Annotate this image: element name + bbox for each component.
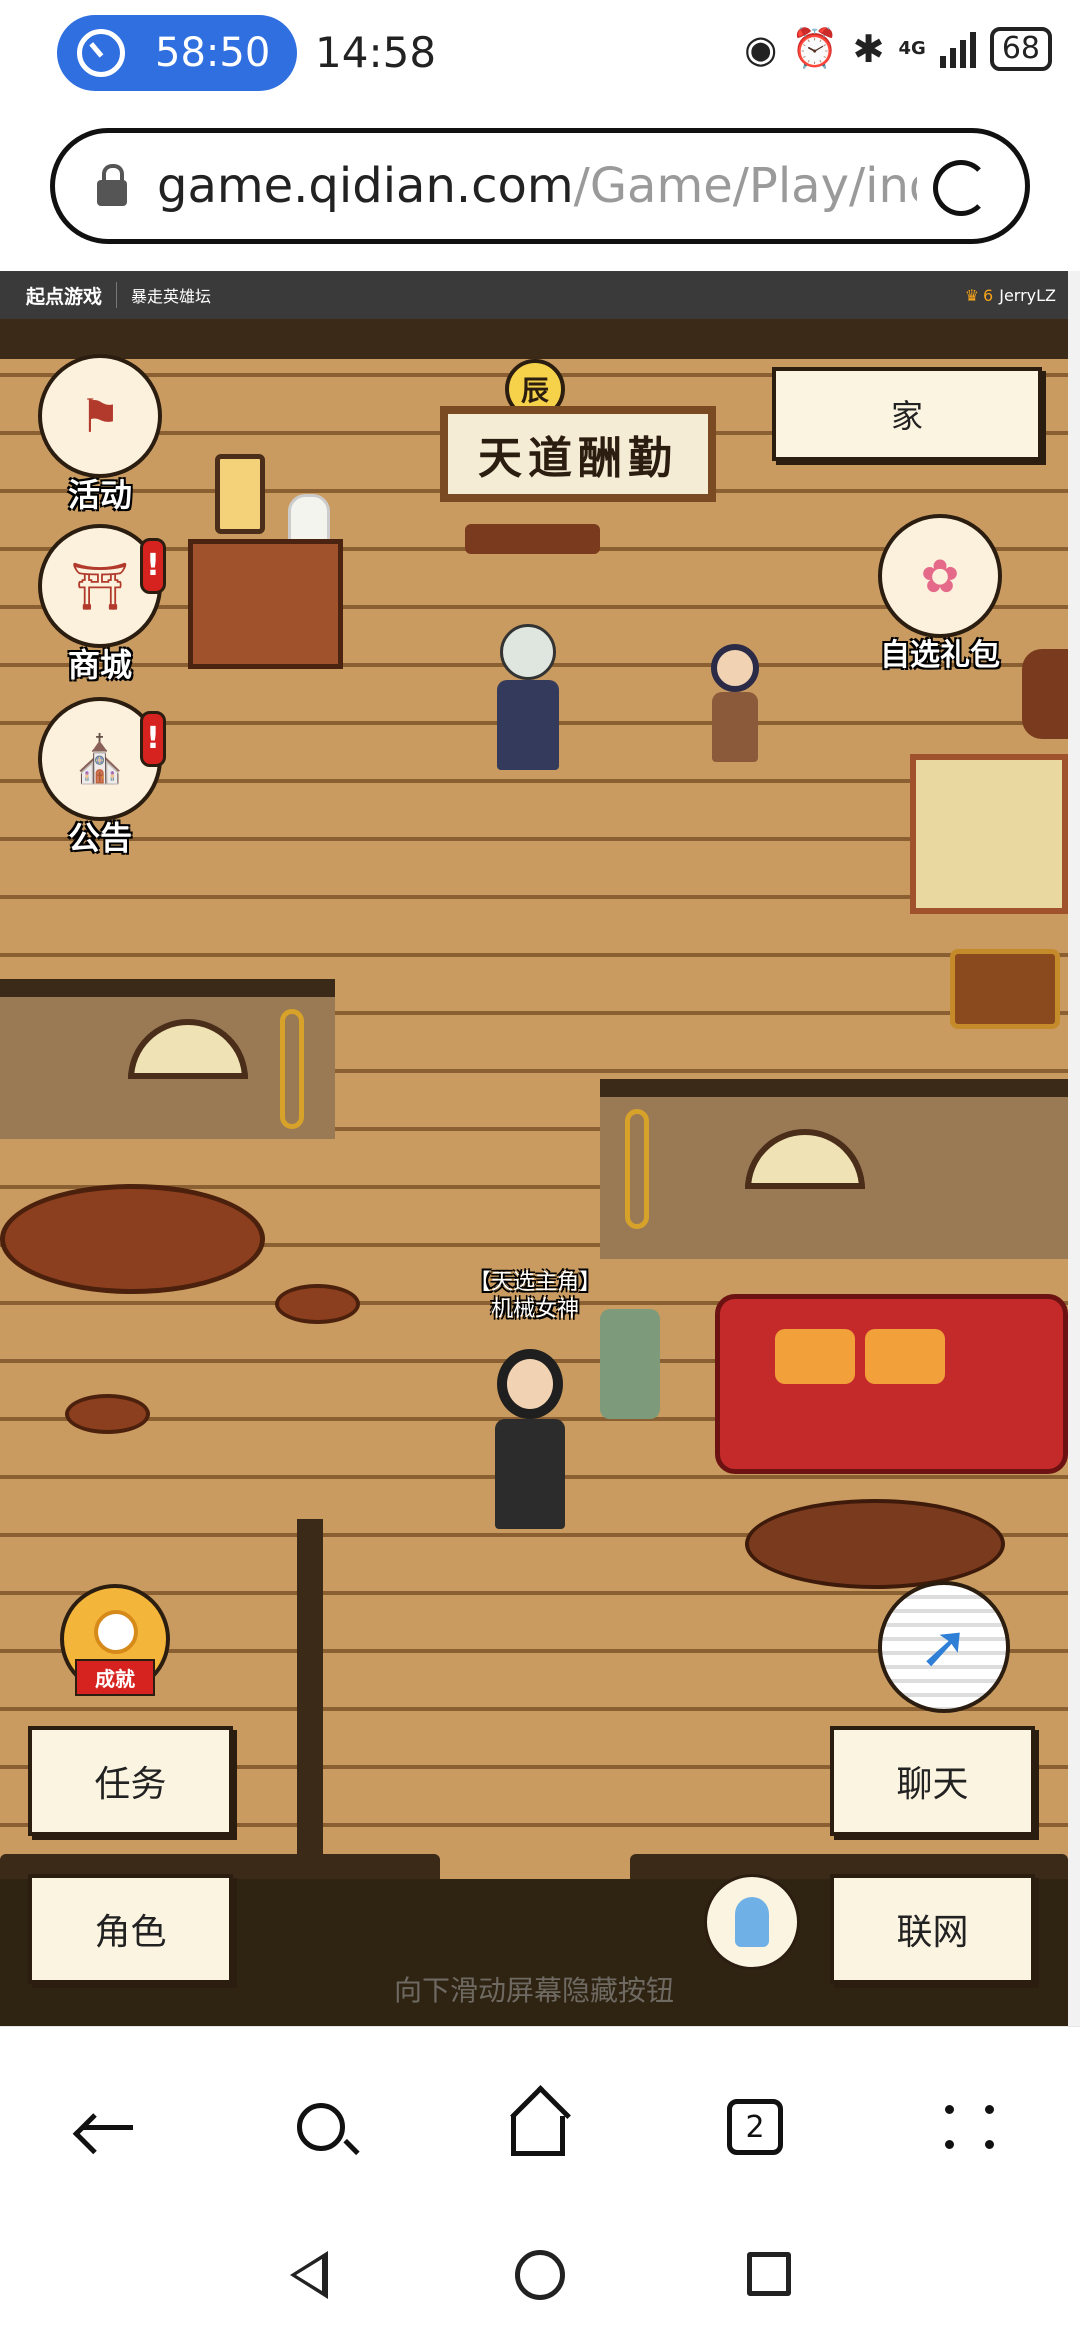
nav-back-icon-inner [296, 2259, 322, 2291]
notice-button[interactable]: ⛪! 公告 [35, 697, 166, 859]
alert-badge: ! [140, 538, 166, 594]
network-type: 4G [898, 37, 926, 59]
achievement-icon [94, 1610, 138, 1654]
achievement-label: 成就 [75, 1659, 155, 1696]
hide-buttons-hint: 向下滑动屏幕隐藏按钮 [393, 1974, 674, 2007]
player-character[interactable] [485, 1349, 575, 1529]
meditate-button[interactable] [704, 1874, 800, 1970]
player-name-tag: 【天选主角】 机械女神 [455, 1269, 615, 1323]
alert-badge: ! [140, 711, 166, 767]
vip-level: 6 [983, 285, 994, 305]
activity-button[interactable]: ⚑ 活动 [35, 354, 165, 516]
alarm-icon: ⏰ [791, 26, 839, 70]
gold-trim-left [280, 1009, 304, 1129]
quest-button[interactable]: 任务 [28, 1726, 233, 1836]
url-path: /Game/Play/inde [573, 158, 917, 214]
gift-bag-icon: ✿ [878, 514, 1002, 638]
timer-text: 58:50 [155, 30, 271, 76]
treasure-chest[interactable] [950, 949, 1060, 1029]
clock-time: 14:58 [315, 28, 437, 77]
shop-icon: ⛩! [38, 524, 166, 648]
run-icon: ➚ [918, 1612, 970, 1682]
page-scrollbar[interactable] [1068, 271, 1080, 2026]
status-icons: ◉ ⏰ ✱ 4G 68 [744, 26, 1052, 71]
coffee-table [745, 1499, 1005, 1589]
sofa-cushion [865, 1329, 945, 1384]
browser-toolbar: 2 [0, 2026, 1080, 2226]
lock-icon [97, 164, 127, 206]
url-domain: game.qidian.com [157, 158, 574, 214]
nav-recents-icon[interactable] [747, 2252, 791, 2296]
ninja-character[interactable] [488, 624, 568, 770]
eye-icon: ◉ [744, 26, 778, 71]
stool [275, 1284, 360, 1324]
back-button[interactable] [68, 2087, 148, 2167]
pillar [297, 1519, 323, 1879]
game-site-header: 起点游戏 暴走英雄坛 ♛ 6 JerryLZ [0, 271, 1068, 319]
character-button[interactable]: 角色 [28, 1874, 233, 1984]
ceiling-beam [0, 319, 1068, 359]
status-bar: 58:50 14:58 ◉ ⏰ ✱ 4G 68 [0, 0, 1080, 110]
tabs-icon: 2 [727, 2099, 783, 2155]
reload-icon[interactable] [933, 160, 989, 216]
home-button[interactable]: 家 [772, 367, 1042, 461]
user-info[interactable]: ♛ 6 JerryLZ [965, 286, 1056, 305]
stool [65, 1394, 150, 1434]
game-title: 暴走英雄坛 [131, 287, 212, 306]
player-title: 【天选主角】 [468, 1270, 601, 1295]
url-text[interactable]: game.qidian.com/Game/Play/inde [157, 158, 917, 214]
sofa-cushion [775, 1329, 855, 1384]
bonsai-decor [600, 1309, 660, 1419]
bluetooth-icon: ✱ [852, 26, 885, 71]
player-name: 机械女神 [490, 1297, 579, 1322]
more-button[interactable] [930, 2087, 1010, 2167]
qidian-games-logo[interactable]: 起点游戏 [26, 282, 102, 309]
system-nav-bar [0, 2226, 1080, 2340]
back-arrow-icon [83, 2124, 133, 2130]
home-icon [511, 2116, 565, 2156]
cabinet-decor [188, 539, 343, 669]
desk-decor [465, 524, 600, 554]
chat-button[interactable]: 聊天 [830, 1726, 1035, 1836]
signal-icon [939, 30, 976, 68]
online-button[interactable]: 联网 [830, 1874, 1035, 1984]
username: JerryLZ [999, 285, 1056, 305]
gold-trim-right [625, 1109, 649, 1229]
gift-pack-button[interactable]: ✿ 自选礼包 [870, 514, 1010, 674]
crown-icon: ♛ [964, 285, 980, 305]
nav-home-icon[interactable] [515, 2250, 565, 2300]
address-bar[interactable]: game.qidian.com/Game/Play/inde [50, 128, 1030, 244]
run-button[interactable]: ➚ [878, 1581, 1010, 1713]
search-button[interactable] [281, 2087, 361, 2167]
hall-signboard: 天道酬勤 [440, 406, 716, 502]
more-icon [945, 2105, 995, 2149]
home-page-button[interactable] [498, 2087, 578, 2167]
game-canvas[interactable]: 辰 天道酬勤 家 ⚑ 活动 ⛩! 商城 ⛪! 公告 ✿ 自选礼包 【天选主角】 … [0, 319, 1068, 2026]
screen-panel-decor [910, 754, 1068, 914]
lantern-decor [215, 454, 265, 534]
shop-button[interactable]: ⛩! 商城 [35, 524, 166, 686]
tabs-button[interactable]: 2 [715, 2087, 795, 2167]
search-icon [297, 2103, 345, 2151]
barrel-decor [1022, 649, 1068, 739]
battery-level: 68 [989, 26, 1052, 71]
notice-board-icon: ⛪! [38, 697, 166, 821]
flag-icon: ⚑ [38, 354, 162, 478]
child-character[interactable] [705, 644, 765, 762]
achievement-button[interactable]: 成就 [60, 1584, 170, 1696]
header-divider [116, 282, 118, 308]
sofa-decor [715, 1294, 1068, 1474]
meditate-icon [735, 1897, 769, 1947]
tea-table [0, 1184, 265, 1294]
screen-timer-pill[interactable]: 58:50 [57, 15, 297, 91]
timer-icon [77, 29, 125, 77]
